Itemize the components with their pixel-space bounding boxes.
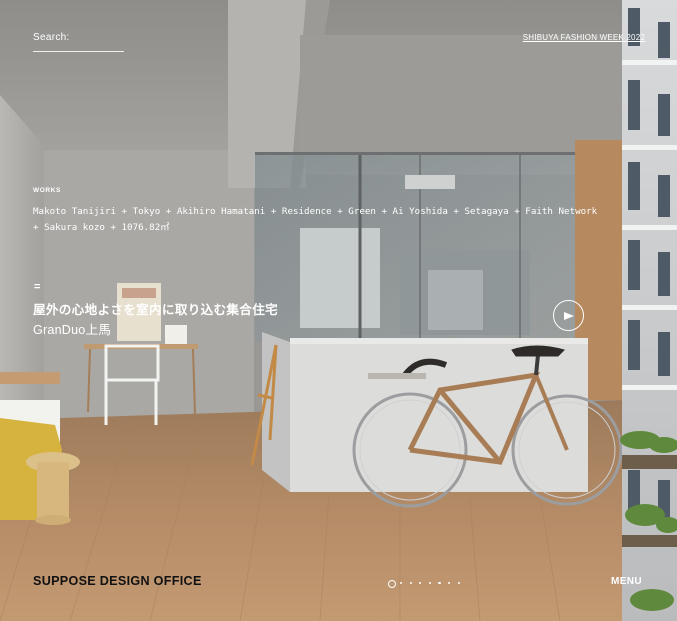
right-upper-wall bbox=[300, 35, 622, 155]
menu-button[interactable]: MENU bbox=[611, 576, 642, 587]
pagination-dot[interactable] bbox=[438, 582, 441, 585]
pagination-dot[interactable] bbox=[409, 582, 412, 585]
hero-slideshow: Search: SHIBUYA FASHION WEEK 2022 WORKS … bbox=[0, 0, 677, 621]
pagination-dot-active[interactable] bbox=[388, 580, 396, 588]
top-news-link[interactable]: SHIBUYA FASHION WEEK 2022 bbox=[523, 33, 645, 42]
play-button[interactable] bbox=[553, 300, 584, 331]
play-icon bbox=[564, 312, 574, 320]
work-credits: Makoto Tanijiri + Tokyo + Akihiro Hamata… bbox=[33, 206, 598, 233]
pagination-dot[interactable] bbox=[457, 582, 460, 585]
works-kicker: WORKS bbox=[33, 187, 61, 194]
window-view bbox=[300, 228, 380, 328]
desk-speaker bbox=[165, 325, 187, 344]
search-label: Search: bbox=[33, 32, 70, 43]
search-input[interactable] bbox=[33, 51, 124, 52]
brand-logo[interactable]: SUPPOSE DESIGN OFFICE bbox=[33, 574, 202, 588]
glass-frame-top bbox=[255, 152, 575, 155]
side-bench bbox=[0, 372, 60, 384]
work-subtitle[interactable]: GranDuo上馬 bbox=[33, 319, 111, 338]
work-title[interactable]: 屋外の心地よさを室内に取り込む集合住宅 bbox=[33, 299, 278, 318]
window-view-3 bbox=[428, 270, 483, 330]
equals-mark: = bbox=[34, 281, 41, 293]
